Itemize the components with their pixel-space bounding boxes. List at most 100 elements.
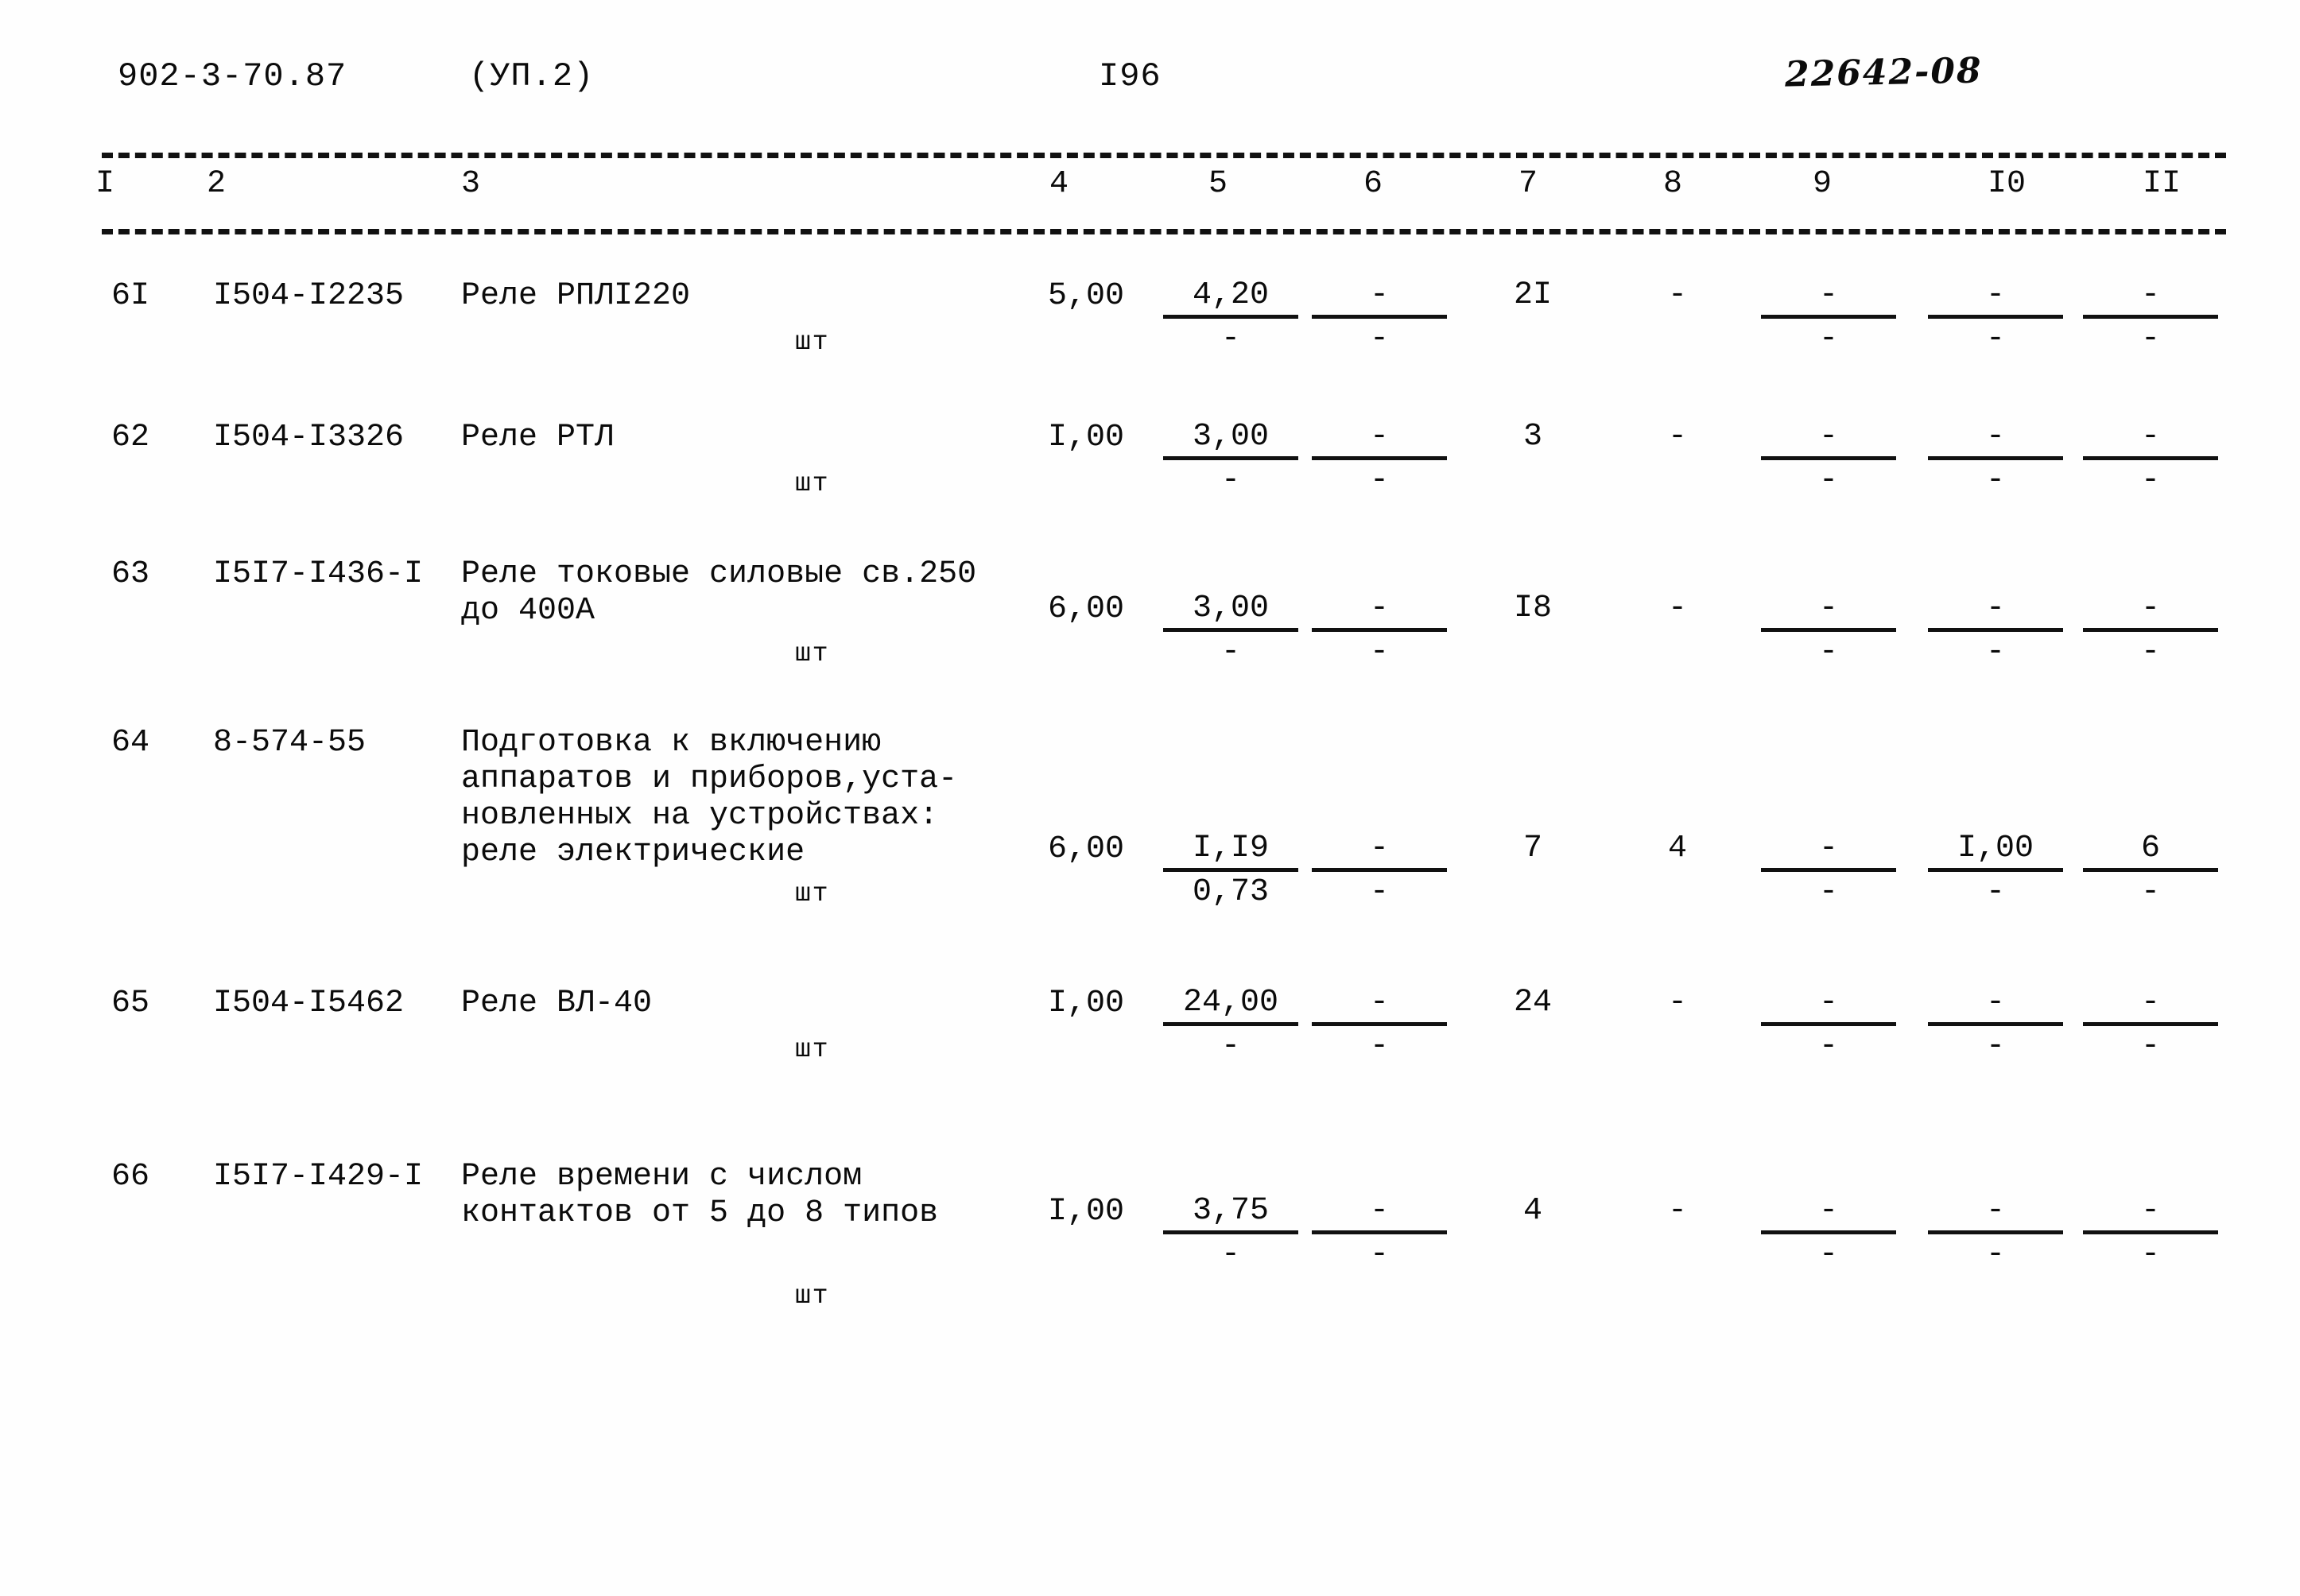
row-col8-value: - — [1667, 591, 1687, 626]
row-col5-value: 3,75- — [1163, 1194, 1298, 1273]
row-col8-value: - — [1667, 1193, 1687, 1229]
column-header-5: 5 — [1208, 166, 1228, 202]
row-col6-value: -- — [1312, 278, 1447, 357]
row-col6-value-denominator: - — [1369, 1237, 1389, 1273]
row-col10-value-numerator: - — [1928, 591, 2063, 632]
row-col9-value: -- — [1761, 420, 1896, 498]
row-col10-value-denominator: - — [1985, 874, 2005, 910]
row-item-code: I5I7-I436-I — [213, 556, 424, 592]
column-header-1: I — [95, 166, 115, 202]
row-item-code: I504-I2235 — [213, 278, 405, 314]
row-col6-value-numerator: - — [1312, 831, 1447, 872]
row-col11-value: -- — [2083, 420, 2218, 498]
row-item-number: 6I — [111, 278, 150, 314]
row-col6-value-denominator: - — [1369, 463, 1389, 498]
row-quantity: 6,00 — [1048, 591, 1125, 627]
row-description-line: до 400А — [461, 593, 595, 629]
row-col10-value: I,00- — [1928, 831, 2063, 910]
row-description-line: Реле токовые силовые св.250 — [461, 556, 977, 592]
row-col11-value-numerator: - — [2083, 278, 2218, 319]
row-col7-value: 2I — [1513, 277, 1552, 313]
row-col6-value: -- — [1312, 831, 1447, 910]
column-header-9: 9 — [1813, 166, 1833, 202]
row-col11-value-denominator: - — [2140, 463, 2160, 498]
row-col7-value: 4 — [1522, 1193, 1542, 1229]
row-col9-value-denominator: - — [1818, 874, 1838, 910]
row-col11-value-denominator: - — [2140, 1028, 2160, 1064]
row-description-line: реле электрические — [461, 835, 805, 870]
column-header-6: 6 — [1363, 166, 1383, 202]
row-col5-value-denominator: - — [1220, 634, 1240, 670]
row-quantity: 5,00 — [1048, 278, 1125, 314]
page-number: I96 — [1099, 57, 1162, 95]
row-col5-value-numerator: 4,20 — [1163, 278, 1298, 319]
row-item-number: 63 — [111, 556, 150, 592]
column-header-3: 3 — [461, 166, 481, 202]
row-col6-value-numerator: - — [1312, 591, 1447, 632]
row-col9-value-numerator: - — [1761, 591, 1896, 632]
row-col6-value: -- — [1312, 591, 1447, 670]
row-col9-value: -- — [1761, 986, 1896, 1064]
row-col11-value-numerator: - — [2083, 986, 2218, 1026]
row-col6-value-denominator: - — [1369, 634, 1389, 670]
row-col9-value: -- — [1761, 1194, 1896, 1273]
row-col5-value-denominator: - — [1220, 321, 1240, 357]
row-col6-value-numerator: - — [1312, 1194, 1447, 1234]
document-variant: (УП.2) — [469, 57, 595, 95]
row-col11-value: 6- — [2083, 831, 2218, 910]
row-item-code: 8-574-55 — [213, 725, 367, 761]
row-col7-value: 7 — [1522, 831, 1542, 866]
row-description-line: Подготовка к включению — [461, 725, 882, 761]
row-col5-value-denominator: - — [1220, 463, 1240, 498]
row-item-number: 62 — [111, 420, 150, 455]
column-header-11: II — [2143, 166, 2182, 202]
column-header-10: I0 — [1988, 166, 2027, 202]
row-col6-value-denominator: - — [1369, 1028, 1389, 1064]
row-col10-value: -- — [1928, 986, 2063, 1064]
row-col6-value-denominator: - — [1369, 874, 1389, 910]
row-unit: шт — [795, 879, 830, 908]
row-col6-value-numerator: - — [1312, 420, 1447, 460]
row-col9-value-denominator: - — [1818, 1237, 1838, 1273]
row-col11-value-denominator: - — [2140, 634, 2160, 670]
row-col11-value-numerator: - — [2083, 591, 2218, 632]
document-page: 902-3-70.87 (УП.2) I96 22642-08 I 2 3 4 5 6 7 8… — [0, 0, 2300, 1596]
row-col10-value: -- — [1928, 1194, 2063, 1273]
row-col9-value-numerator: - — [1761, 278, 1896, 319]
row-col9-value-denominator: - — [1818, 634, 1838, 670]
row-col5-value-denominator: 0,73 — [1192, 874, 1269, 910]
row-col9-value: -- — [1761, 831, 1896, 910]
row-col10-value: -- — [1928, 278, 2063, 357]
row-description-line: контактов от 5 до 8 типов — [461, 1195, 939, 1231]
row-col10-value-denominator: - — [1985, 463, 2005, 498]
row-col9-value-denominator: - — [1818, 463, 1838, 498]
row-col10-value-numerator: - — [1928, 278, 2063, 319]
row-col9-value-numerator: - — [1761, 831, 1896, 872]
row-col11-value-denominator: - — [2140, 1237, 2160, 1273]
row-col6-value: -- — [1312, 986, 1447, 1064]
row-description-line: аппаратов и приборов,уста- — [461, 761, 958, 797]
row-col10-value: -- — [1928, 591, 2063, 670]
row-col10-value-denominator: - — [1985, 321, 2005, 357]
row-quantity: 6,00 — [1048, 831, 1125, 867]
row-col11-value: -- — [2083, 591, 2218, 670]
row-col10-value-denominator: - — [1985, 1237, 2005, 1273]
column-header-7: 7 — [1518, 166, 1538, 202]
row-col6-value-numerator: - — [1312, 986, 1447, 1026]
row-col11-value: -- — [2083, 278, 2218, 357]
row-col5-value: 3,00- — [1163, 420, 1298, 498]
document-code: 902-3-70.87 — [118, 57, 347, 95]
row-quantity: I,00 — [1048, 986, 1125, 1021]
row-col5-value-numerator: 3,00 — [1163, 420, 1298, 460]
row-col10-value: -- — [1928, 420, 2063, 498]
table-top-rule — [102, 153, 2226, 158]
row-col5-value-numerator: 3,00 — [1163, 591, 1298, 632]
row-item-code: I504-I5462 — [213, 986, 405, 1021]
row-col5-value: 4,20- — [1163, 278, 1298, 357]
row-col8-value: - — [1667, 419, 1687, 455]
row-col6-value-numerator: - — [1312, 278, 1447, 319]
row-col5-value-numerator: I,I9 — [1163, 831, 1298, 872]
row-col10-value-numerator: - — [1928, 986, 2063, 1026]
row-description-line: новленных на устройствах: — [461, 798, 939, 834]
table-header-rule — [102, 229, 2226, 234]
